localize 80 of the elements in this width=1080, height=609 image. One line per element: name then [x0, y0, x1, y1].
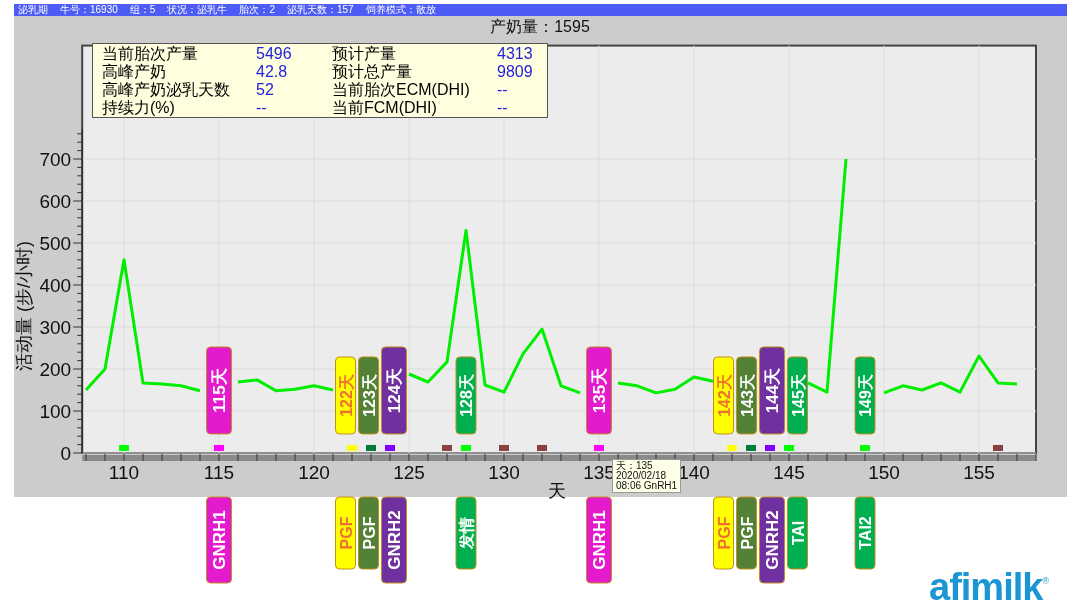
summary-value: --: [256, 99, 268, 117]
annotation: 135天: [590, 367, 609, 414]
y-tick-label: 100: [39, 401, 72, 422]
x-tick-label: 150: [868, 462, 900, 483]
annotation: 145天: [789, 373, 807, 417]
annotation: 115天: [210, 368, 229, 413]
info-item: 泌乳天数：157: [286, 4, 354, 16]
treatment-tag: PGF: [736, 496, 757, 570]
summary-value: --: [497, 99, 509, 117]
y-tick-label: 300: [39, 317, 72, 338]
info-item: 胎次：2: [239, 4, 275, 16]
summary-value: --: [497, 81, 509, 99]
y-tick-label: 600: [39, 191, 72, 212]
tooltip-line: 08:06 GnRH1: [616, 481, 678, 491]
day-tag: 123天: [358, 356, 379, 435]
summary-label: 预计产量: [332, 45, 397, 63]
annotation: 122天: [337, 373, 355, 417]
summary-value: 5496: [256, 45, 293, 63]
x-tick-label: 145: [773, 462, 805, 483]
x-tick-label: 130: [488, 462, 520, 483]
summary-label: 当前FCM(DHI): [332, 99, 438, 117]
summary-value: 9809: [497, 63, 534, 81]
day-tag: 143天: [736, 356, 757, 435]
day-tag: 128天: [455, 356, 477, 435]
y-tick-label: 200: [39, 359, 72, 380]
day-tag: 135天: [586, 346, 612, 435]
info-item: 状况：泌乳牛: [167, 4, 228, 16]
day-tag: 115天: [206, 346, 232, 435]
x-axis-title: 天: [548, 481, 566, 501]
y-tick-label: 500: [39, 233, 72, 254]
treatment-tag: GNRH1: [206, 496, 232, 584]
treatment-tag: PGF: [358, 496, 379, 570]
annotation: 149天: [857, 373, 874, 417]
info-item: 泌乳期: [18, 4, 48, 16]
x-tick-label: 125: [393, 462, 425, 483]
day-tag: 149天: [854, 356, 876, 435]
annotation: 144天: [763, 367, 782, 414]
y-tick-label: 400: [39, 275, 72, 296]
annotation: 143天: [738, 373, 756, 417]
annotation: 142天: [715, 373, 733, 417]
info-item: 饲养模式：散放: [365, 4, 436, 16]
treatment-tag: TAI: [787, 496, 808, 570]
x-tick-label: 110: [108, 462, 140, 483]
x-tick-label: 120: [298, 462, 330, 483]
treatment-tag: GNRH2: [759, 496, 785, 584]
summary-label: 高峰产奶: [102, 63, 167, 81]
x-tick-label: 115: [203, 462, 235, 483]
treatment-tag: TAI2: [854, 496, 876, 570]
treatment-tag: PGF: [713, 496, 734, 570]
day-tag: 145天: [787, 356, 808, 435]
y-axis-title: 活动量 (步/小时): [14, 241, 34, 371]
annotation: 123天: [360, 373, 378, 417]
summary-value: 4313: [497, 45, 534, 63]
tooltip-line: 天：135: [616, 461, 653, 471]
day-tag: 144天: [759, 346, 785, 435]
x-tick-label: 140: [678, 462, 710, 483]
info-item: 组：5: [129, 4, 156, 16]
summary-label: 当前胎次ECM(DHI): [332, 81, 471, 99]
day-tag: 142天: [713, 356, 734, 435]
brand-logo: afimilk$^{®}$: [929, 566, 1049, 608]
annotation: 124天: [385, 367, 404, 414]
y-tick-label: 0: [60, 443, 72, 464]
summary-label: 当前胎次产量: [102, 45, 199, 63]
treatment-tag: 发情: [455, 496, 477, 570]
summary-label: 预计总产量: [332, 63, 413, 81]
treatment-tag: GNRH2: [381, 496, 407, 584]
annotation: 128天: [458, 373, 475, 417]
summary-label: 持续力(%): [102, 99, 176, 117]
x-tick-label: 155: [963, 462, 995, 483]
day-tag: 124天: [381, 346, 407, 435]
summary-label: 高峰产奶泌乳天数: [102, 81, 231, 99]
day-tag: 122天: [335, 356, 356, 435]
tooltip-line: 2020/02/18: [616, 471, 668, 481]
summary-value: 52: [256, 81, 275, 99]
treatment-tag: PGF: [335, 496, 356, 570]
info-item: 牛号：16930: [60, 4, 118, 16]
y-tick-label: 700: [39, 149, 72, 170]
chart-title: 产奶量：1595: [490, 18, 590, 35]
treatment-tag: GNRH1: [586, 496, 612, 584]
summary-value: 42.8: [256, 63, 289, 81]
